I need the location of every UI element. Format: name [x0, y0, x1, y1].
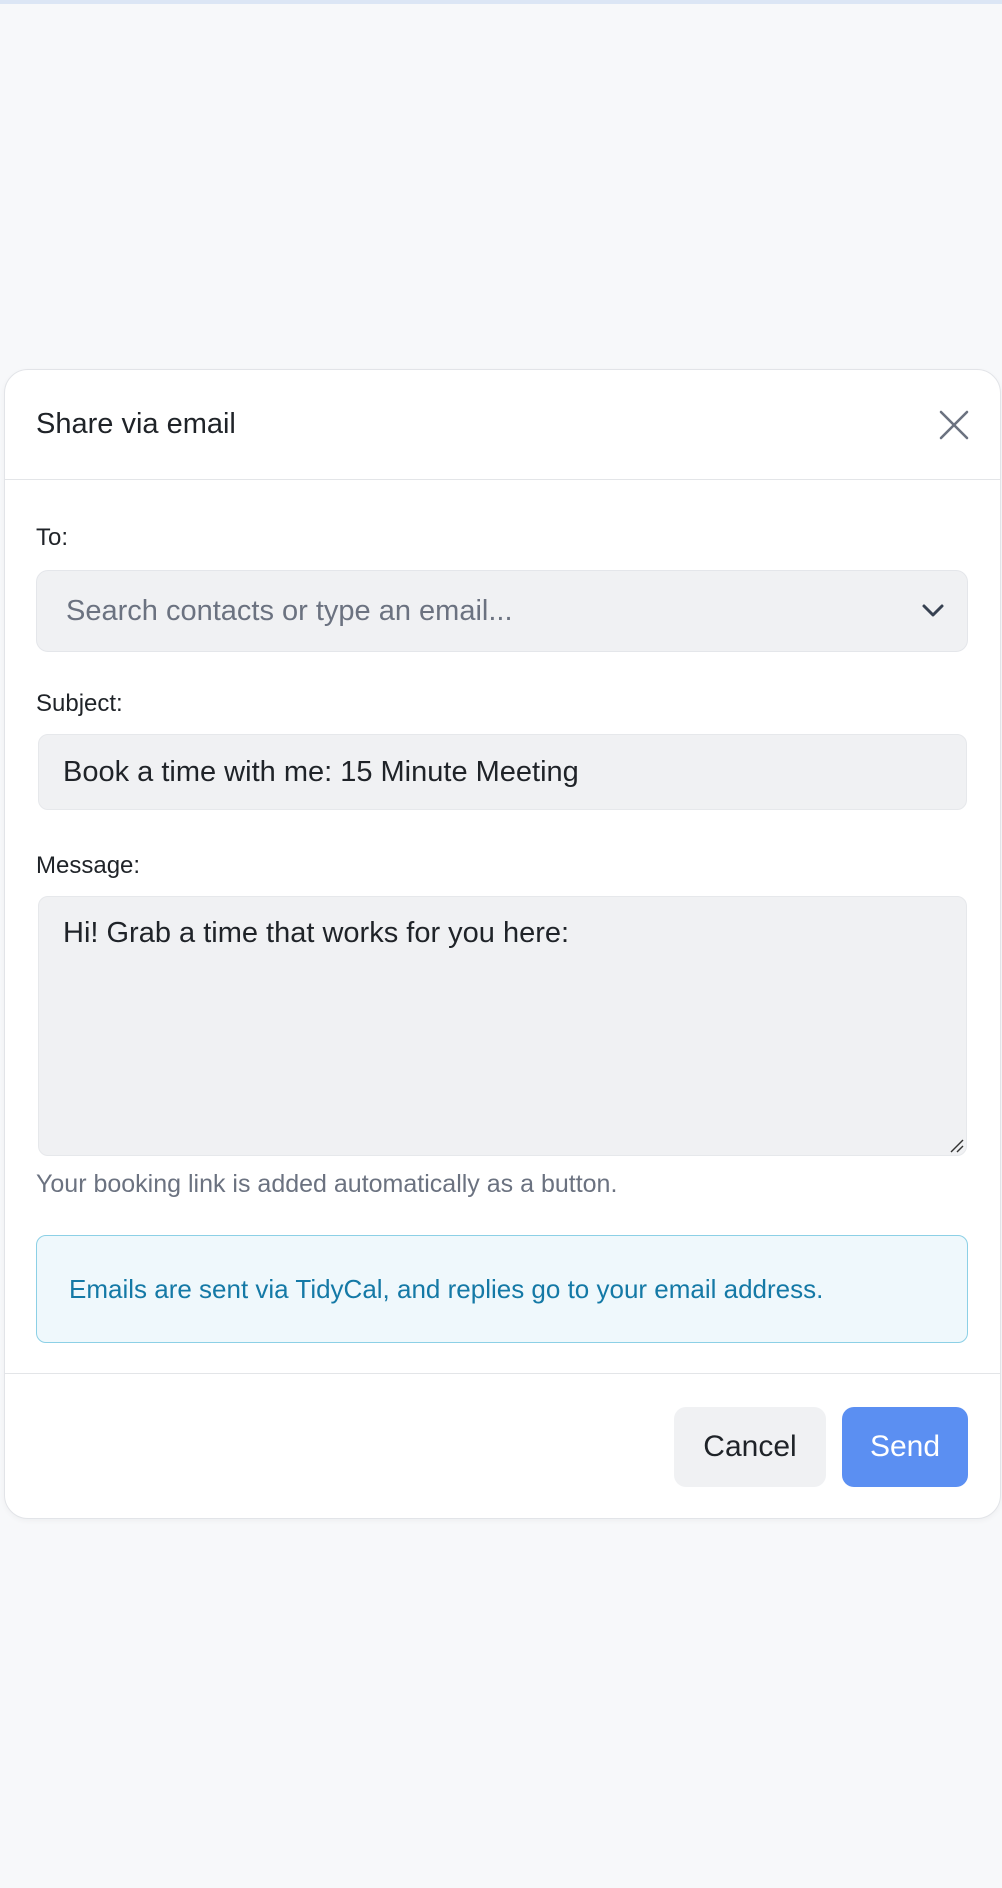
to-placeholder: Search contacts or type an email...: [66, 594, 513, 627]
cancel-button[interactable]: Cancel: [674, 1407, 826, 1487]
resize-handle-icon[interactable]: [948, 1137, 964, 1153]
info-text: Emails are sent via TidyCal, and replies…: [69, 1273, 824, 1304]
chevron-down-icon: [922, 604, 944, 617]
message-helper-text: Your booking link is added automatically…: [36, 1170, 618, 1198]
to-select[interactable]: Search contacts or type an email...: [36, 570, 968, 652]
top-border: [0, 0, 1002, 4]
share-email-modal: Share via email To: Search contacts or t…: [4, 369, 1001, 1519]
message-text: Hi! Grab a time that works for you here:: [63, 917, 570, 949]
close-icon: [939, 410, 969, 439]
close-button[interactable]: [934, 405, 974, 445]
modal-title: Share via email: [36, 408, 236, 440]
subject-input[interactable]: Book a time with me: 15 Minute Meeting: [38, 734, 967, 810]
info-notice: Emails are sent via TidyCal, and replies…: [36, 1235, 968, 1343]
subject-label: Subject:: [36, 690, 123, 717]
message-label: Message:: [36, 852, 141, 879]
send-button[interactable]: Send: [842, 1407, 968, 1487]
to-label: To:: [36, 524, 69, 551]
modal-body: To: Search contacts or type an email... …: [5, 524, 1000, 1343]
modal-header: Share via email: [5, 370, 1000, 480]
modal-footer: Cancel Send: [5, 1373, 1000, 1520]
message-textarea[interactable]: Hi! Grab a time that works for you here:: [38, 896, 967, 1156]
